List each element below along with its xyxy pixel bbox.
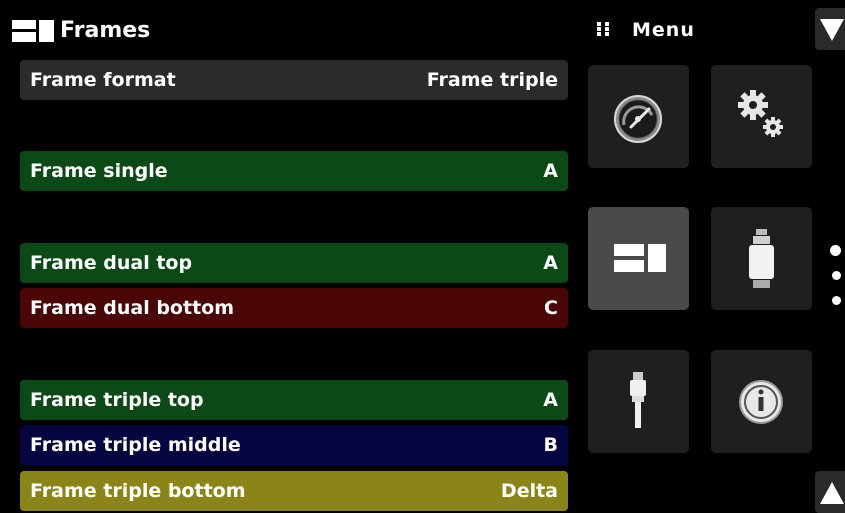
- row-label: Frame dual bottom: [30, 297, 234, 319]
- row-label: Frame triple top: [30, 389, 204, 411]
- row-value: A: [543, 252, 558, 274]
- page-indicator-dot[interactable]: [832, 296, 841, 305]
- gauge-icon: [614, 95, 662, 143]
- frame-triple-bottom-row[interactable]: Frame triple bottom Delta: [20, 471, 568, 511]
- sensor-tile-button[interactable]: [711, 207, 812, 310]
- page-title: Frames: [60, 18, 151, 43]
- row-label: Frame dual top: [30, 252, 193, 274]
- connector-tile-button[interactable]: [588, 350, 689, 453]
- frame-format-row[interactable]: Frame format Frame triple: [20, 60, 568, 100]
- triangle-down-icon: [820, 19, 844, 41]
- frames-tile-button[interactable]: [588, 207, 689, 310]
- grid-dots-icon: [597, 22, 609, 36]
- frame-triple-top-row[interactable]: Frame triple top A: [20, 380, 568, 420]
- frames-icon: [614, 244, 666, 272]
- frame-dual-top-row[interactable]: Frame dual top A: [20, 243, 568, 283]
- gears-icon: [738, 90, 783, 137]
- row-value: A: [543, 389, 558, 411]
- triangle-up-icon: [820, 482, 844, 504]
- menu-label: Menu: [632, 19, 695, 41]
- info-icon: [739, 380, 783, 424]
- scroll-up-button[interactable]: [815, 471, 845, 513]
- gauge-tile-button[interactable]: [588, 65, 689, 168]
- frame-triple-middle-row[interactable]: Frame triple middle B: [20, 425, 568, 465]
- frames-icon: [12, 20, 54, 42]
- row-label: Frame format: [30, 69, 176, 91]
- row-value: B: [543, 434, 558, 456]
- settings-tile-button[interactable]: [711, 65, 812, 168]
- page-indicator-dot[interactable]: [832, 271, 841, 280]
- info-tile-button[interactable]: [711, 350, 812, 453]
- cable-connector-icon: [630, 372, 646, 428]
- frame-dual-bottom-row[interactable]: Frame dual bottom C: [20, 288, 568, 328]
- row-value: Delta: [500, 480, 558, 502]
- row-value: A: [543, 160, 558, 182]
- frame-single-row[interactable]: Frame single A: [20, 151, 568, 191]
- sensor-module-icon: [749, 229, 774, 288]
- row-label: Frame triple middle: [30, 434, 241, 456]
- row-label: Frame single: [30, 160, 168, 182]
- row-value: C: [544, 297, 558, 319]
- row-value: Frame triple: [426, 69, 558, 91]
- row-label: Frame triple bottom: [30, 480, 246, 502]
- scroll-down-button[interactable]: [815, 8, 845, 50]
- page-indicator-dot[interactable]: [830, 245, 841, 256]
